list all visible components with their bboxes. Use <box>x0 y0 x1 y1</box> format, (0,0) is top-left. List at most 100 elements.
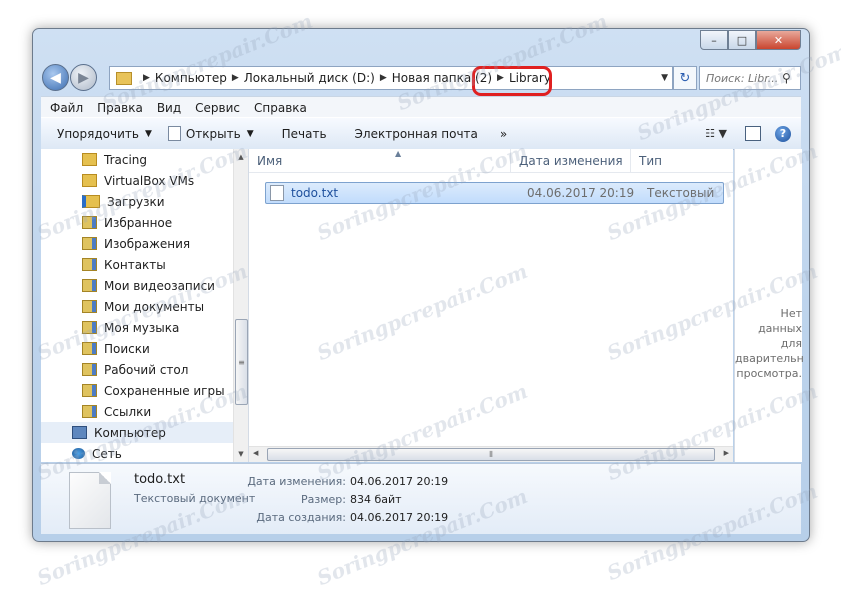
breadcrumb-computer[interactable]: Компьютер <box>155 71 227 85</box>
chevron-right-icon[interactable]: ▶ <box>380 73 387 83</box>
tree-item-saved-games[interactable]: Сохраненные игры <box>41 380 234 401</box>
tree-item-computer[interactable]: Компьютер <box>41 422 234 443</box>
tree-item-label: VirtualBox VMs <box>104 173 195 188</box>
view-options-icon[interactable]: ☷ ▼ <box>705 127 727 140</box>
details-created-label: Дата создания: <box>256 511 346 524</box>
tree-item-label: Ссылки <box>104 404 152 419</box>
tree-item-links[interactable]: Ссылки <box>41 401 234 422</box>
address-dropdown-icon[interactable]: ▼ <box>661 73 668 83</box>
menu-view[interactable]: Вид <box>157 101 181 115</box>
file-row[interactable]: todo.txt 04.06.2017 20:19 Текстовый до <box>265 182 724 204</box>
file-type: Текстовый до <box>647 186 717 200</box>
tree-item-label: Загрузки <box>107 194 165 209</box>
address-bar[interactable]: ▶ Компьютер ▶ Локальный диск (D:) ▶ Нова… <box>109 66 673 90</box>
downloads-folder-icon <box>82 195 100 208</box>
close-button[interactable]: ✕ <box>756 30 801 50</box>
column-name[interactable]: Имя <box>249 149 511 172</box>
details-file-name: todo.txt <box>134 472 186 487</box>
menu-help[interactable]: Справка <box>254 101 307 115</box>
file-list: ▲ Имя Дата изменения Тип todo.txt 04.06.… <box>249 149 733 462</box>
maximize-button[interactable]: □ <box>728 30 756 50</box>
folder-icon <box>82 153 97 166</box>
scroll-up-icon[interactable]: ▲ <box>234 149 248 165</box>
column-header-row: ▲ Имя Дата изменения Тип <box>249 149 733 173</box>
search-box[interactable]: ⚲ <box>699 66 801 90</box>
menu-edit[interactable]: Правка <box>97 101 143 115</box>
minimize-button[interactable]: – <box>700 30 728 50</box>
back-button[interactable]: ◀ <box>42 64 69 91</box>
games-folder-icon <box>82 384 97 397</box>
notepad-icon <box>167 126 181 141</box>
scroll-left-icon[interactable]: ◀ <box>253 449 258 457</box>
explorer-window: – □ ✕ ◀ ▶ ▶ Компьютер ▶ Локальный диск (… <box>32 28 810 542</box>
chevron-down-icon: ▼ <box>144 128 152 139</box>
preview-pane-icon[interactable] <box>745 126 761 141</box>
favorites-folder-icon <box>82 216 97 229</box>
refresh-button[interactable]: ↻ <box>673 66 697 90</box>
tree-item-pictures[interactable]: Изображения <box>41 233 234 254</box>
scroll-down-icon[interactable]: ▼ <box>234 446 248 462</box>
organize-button[interactable]: Упорядочить ▼ <box>49 122 160 146</box>
refresh-icon: ↻ <box>679 70 691 86</box>
tree-item-downloads[interactable]: Загрузки <box>41 191 234 212</box>
tree-item-label: Мои видеозаписи <box>104 278 215 293</box>
no-preview-message: Нет данных для дварительн просмотра. <box>735 306 804 381</box>
tree-item-label: Рабочий стол <box>104 362 189 377</box>
tree-scrollbar[interactable]: ▲ ≡ ▼ <box>233 149 248 462</box>
open-button[interactable]: Открыть ▼ <box>160 122 262 146</box>
tree-item-searches[interactable]: Поиски <box>41 338 234 359</box>
chevron-right-icon[interactable]: ▶ <box>143 73 150 83</box>
text-file-icon <box>270 185 284 201</box>
search-input[interactable] <box>700 70 782 86</box>
file-date: 04.06.2017 20:19 <box>527 186 635 200</box>
file-list-hscrollbar[interactable]: ◀ ⦀ ▶ <box>249 446 733 462</box>
tree-item-tracing[interactable]: Tracing <box>41 149 234 170</box>
chevron-down-icon: ▼ <box>246 128 254 139</box>
help-icon[interactable]: ? <box>775 125 791 142</box>
file-name: todo.txt <box>291 186 339 200</box>
tree-item-documents[interactable]: Мои документы <box>41 296 234 317</box>
tree-item-label: Моя музыка <box>104 320 180 335</box>
preview-pane: Нет данных для дварительн просмотра. <box>734 149 804 462</box>
preview-line: просмотра. <box>736 367 802 380</box>
details-created-value: 04.06.2017 20:19 <box>350 511 449 524</box>
tree-item-label: Tracing <box>104 152 148 167</box>
tree-item-music[interactable]: Моя музыка <box>41 317 234 338</box>
tree-item-favorites[interactable]: Избранное <box>41 212 234 233</box>
arrow-right-icon: ▶ <box>78 69 89 86</box>
text-document-icon <box>69 472 111 529</box>
network-icon <box>72 448 85 459</box>
documents-folder-icon <box>82 300 97 313</box>
column-date-modified[interactable]: Дата изменения <box>511 149 631 172</box>
email-button[interactable]: Электронная почта <box>347 122 486 146</box>
scroll-thumb[interactable]: ≡ <box>235 319 248 405</box>
tree-item-contacts[interactable]: Контакты <box>41 254 234 275</box>
hscroll-thumb[interactable]: ⦀ <box>267 448 715 461</box>
scroll-right-icon[interactable]: ▶ <box>724 449 729 457</box>
menu-tools[interactable]: Сервис <box>195 101 240 115</box>
folder-icon <box>116 71 132 85</box>
menu-file[interactable]: Файл <box>50 101 83 115</box>
forward-button[interactable]: ▶ <box>70 64 97 91</box>
more-commands-button[interactable]: » <box>492 122 515 146</box>
tree-item-desktop[interactable]: Рабочий стол <box>41 359 234 380</box>
preview-line: Нет данных <box>758 307 802 335</box>
column-type[interactable]: Тип <box>631 149 733 172</box>
searches-folder-icon <box>82 342 97 355</box>
folder-tree: Tracing VirtualBox VMs Загрузки Избранно… <box>41 149 234 462</box>
preview-line: дварительн <box>735 352 804 365</box>
tree-item-videos[interactable]: Мои видеозаписи <box>41 275 234 296</box>
breadcrumb-local-disk[interactable]: Локальный диск (D:) <box>244 71 375 85</box>
command-bar: Упорядочить ▼ Открыть ▼ Печать Электронн… <box>41 117 801 150</box>
tree-item-label: Сеть <box>92 446 122 461</box>
tree-item-label: Контакты <box>104 257 166 272</box>
print-button[interactable]: Печать <box>274 122 335 146</box>
chevron-right-icon[interactable]: ▶ <box>232 73 239 83</box>
tree-item-network[interactable]: Сеть <box>41 443 234 462</box>
links-folder-icon <box>82 405 97 418</box>
details-size-label: Размер: <box>301 493 346 506</box>
sort-ascending-icon: ▲ <box>395 149 402 158</box>
search-icon[interactable]: ⚲ <box>782 71 791 85</box>
details-modified-value: 04.06.2017 20:19 <box>350 475 449 488</box>
tree-item-virtualbox[interactable]: VirtualBox VMs <box>41 170 234 191</box>
